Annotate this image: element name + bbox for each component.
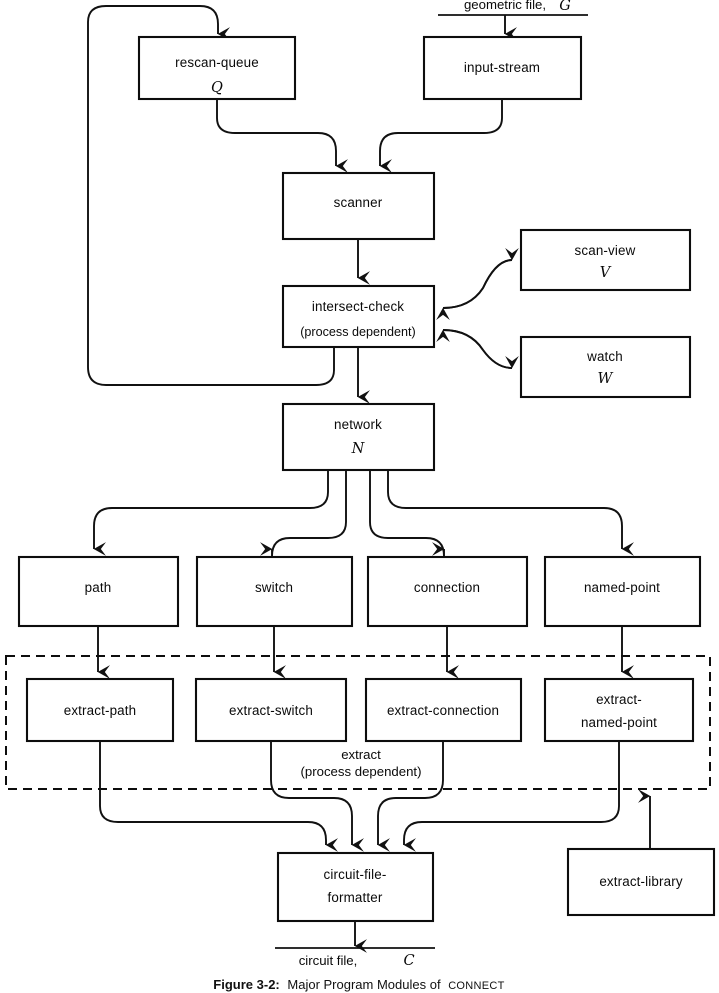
node-intersect-check-label: intersect-check xyxy=(312,299,404,314)
edge-network-to-connection xyxy=(369,470,445,557)
node-extract-switch[interactable]: extract-switch xyxy=(194,677,348,743)
node-extract-named-point[interactable]: extract- named-point xyxy=(543,677,695,743)
figure-diagram: geometric file, G rescan-queue Q input-s… xyxy=(0,0,719,993)
node-circuit-file-formatter-label-1: circuit-file- xyxy=(324,867,387,882)
node-scan-view-label: scan-view xyxy=(575,243,636,258)
output-file-symbol: C xyxy=(403,953,414,969)
node-extract-library[interactable]: extract-library xyxy=(566,847,716,917)
group-extract-label: extract xyxy=(341,747,381,762)
output-file-label: circuit file, C xyxy=(275,947,435,969)
caption-prefix: Figure 3-2: xyxy=(213,977,279,992)
node-extract-named-point-label-1: extract- xyxy=(596,692,642,707)
node-switch-label: switch xyxy=(255,580,293,595)
node-path[interactable]: path xyxy=(17,555,180,628)
caption-main: Major Program Modules of xyxy=(287,977,441,992)
node-scan-view-symbol: V xyxy=(600,265,612,281)
node-input-stream[interactable]: input-stream xyxy=(422,35,583,101)
node-scan-view[interactable]: scan-view V xyxy=(519,228,692,292)
node-named-point-label: named-point xyxy=(584,580,660,595)
edge-extract-named-point-to-formatter xyxy=(403,741,620,852)
node-circuit-file-formatter-label-2: formatter xyxy=(328,890,383,905)
node-connection[interactable]: connection xyxy=(366,555,529,628)
edge-extract-switch-to-formatter xyxy=(270,741,364,852)
edge-network-to-switch xyxy=(260,470,347,557)
node-rescan-queue-label: rescan-queue xyxy=(175,55,259,70)
edge-rescan-queue-to-scanner xyxy=(216,99,348,173)
group-extract-sublabel: (process dependent) xyxy=(301,764,422,779)
node-network-symbol: N xyxy=(351,441,366,457)
node-path-label: path xyxy=(85,580,112,595)
figure-caption: Figure 3-2: Major Program Modules of CON… xyxy=(213,977,504,992)
svg-text:geometric file,: geometric file, xyxy=(464,0,546,12)
node-named-point[interactable]: named-point xyxy=(543,555,702,628)
node-scanner-label: scanner xyxy=(334,195,383,210)
output-file-text: circuit file, xyxy=(299,953,358,968)
node-scanner[interactable]: scanner xyxy=(281,171,436,241)
node-network[interactable]: network N xyxy=(281,402,436,472)
node-extract-switch-label: extract-switch xyxy=(229,703,313,718)
node-rescan-queue[interactable]: rescan-queue Q xyxy=(137,35,297,101)
edge-input-stream-to-scanner xyxy=(379,99,503,173)
edge-intersect-check-to-scan-view xyxy=(442,248,519,309)
edge-scan-view-to-intersect-check xyxy=(436,259,513,320)
edge-intersect-check-to-watch xyxy=(442,329,519,369)
node-switch[interactable]: switch xyxy=(195,555,354,628)
node-input-stream-label: input-stream xyxy=(464,60,540,75)
caption-smallcaps: CONNECT xyxy=(448,980,505,992)
edge-watch-to-intersect-check xyxy=(436,329,513,369)
node-extract-named-point-label-2: named-point xyxy=(581,715,657,730)
node-extract-connection[interactable]: extract-connection xyxy=(364,677,523,743)
node-watch-label: watch xyxy=(586,349,623,364)
node-rescan-queue-symbol: Q xyxy=(211,80,223,96)
node-extract-path[interactable]: extract-path xyxy=(25,677,175,743)
node-extract-library-label: extract-library xyxy=(599,874,683,889)
edge-extract-connection-to-formatter xyxy=(377,741,444,852)
node-extract-path-label: extract-path xyxy=(64,703,137,718)
node-extract-connection-label: extract-connection xyxy=(387,703,499,718)
node-circuit-file-formatter[interactable]: circuit-file- formatter xyxy=(276,851,435,923)
input-file-symbol: G xyxy=(559,0,571,14)
node-connection-label: connection xyxy=(414,580,480,595)
node-intersect-check[interactable]: intersect-check (process dependent) xyxy=(281,284,436,349)
input-file-label: geometric file, G xyxy=(438,0,588,16)
edge-extract-path-to-formatter xyxy=(99,741,338,852)
node-network-label: network xyxy=(334,417,382,432)
node-watch-symbol: W xyxy=(598,371,614,387)
input-file-text: geometric file, xyxy=(464,0,546,12)
node-watch[interactable]: watch W xyxy=(519,335,692,399)
node-intersect-check-sublabel: (process dependent) xyxy=(300,325,416,339)
svg-text:Figure 3-2: Major Prog: Figure 3-2: Major Program Modules of CON… xyxy=(213,977,504,992)
